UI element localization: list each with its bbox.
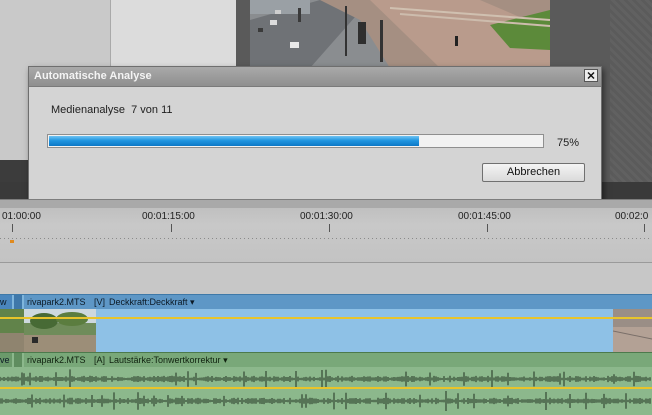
opacity-level-line[interactable] — [0, 317, 652, 319]
street-scene-image — [250, 0, 550, 68]
video-track-edge-label: w — [0, 297, 7, 307]
dialog-title: Automatische Analyse — [34, 70, 152, 82]
ruler-tick — [644, 224, 645, 232]
progress-percent: 75% — [557, 137, 580, 149]
ruler-tick — [329, 224, 330, 232]
ruler-tick — [487, 224, 488, 232]
timecode-label: 00:01:45:00 — [458, 211, 511, 222]
playhead-marker[interactable] — [10, 240, 14, 243]
volume-level-line[interactable] — [0, 387, 652, 389]
audio-waveform[interactable] — [0, 367, 652, 415]
video-clip-track-tag: [V] — [94, 297, 106, 307]
close-icon — [587, 72, 595, 79]
ruler-header-strip — [0, 200, 652, 208]
ruler-tick — [171, 224, 172, 232]
audio-track: ve rivapark2.MTS [A] Lautstärke:Tonwertk… — [0, 352, 652, 415]
audio-clip-track-tag: [A] — [94, 355, 106, 365]
video-clip-header[interactable]: rivapark2.MTS [V] Deckkraft:Deckkraft ▾ — [24, 295, 652, 309]
video-thumbnail-end — [613, 309, 652, 352]
video-clip-name: rivapark2.MTS — [27, 297, 86, 307]
dropdown-arrow-icon: ▾ — [190, 297, 195, 307]
analysis-status-text: Medienanalyse 7 von 11 — [51, 104, 173, 116]
audio-track-edge-label: ve — [0, 355, 10, 365]
timecode-label: 00:01:15:00 — [142, 211, 195, 222]
audio-clip-name: rivapark2.MTS — [27, 355, 86, 365]
video-track: w rivapark2.MTS [V] Deckkraft:Deckkraft … — [0, 294, 652, 353]
close-button[interactable] — [584, 69, 598, 82]
timecode-label: 00:01:30:00 — [300, 211, 353, 222]
video-clip-effect-menu[interactable]: Deckkraft:Deckkraft ▾ — [109, 297, 195, 308]
audio-clip-header[interactable]: rivapark2.MTS [A] Lautstärke:Tonwertkorr… — [24, 353, 652, 367]
timecode-label: 00:02:0 — [615, 211, 649, 222]
video-clip[interactable] — [24, 309, 652, 352]
video-clip-effect: Deckkraft:Deckkraft — [109, 297, 188, 307]
monitor-video-frame — [250, 0, 550, 68]
progress-bar — [47, 134, 544, 148]
timeline-empty-track — [0, 262, 652, 295]
audio-clip-effect-menu[interactable]: Lautstärke:Tonwertkorrektur ▾ — [109, 355, 228, 366]
progress-bar-fill — [49, 136, 419, 146]
timecode-label: 01:00:00 — [2, 211, 41, 222]
ruler-dotted-line — [0, 238, 652, 239]
analysis-dialog: Automatische Analyse Medienanalyse 7 von… — [28, 66, 602, 201]
dialog-title-bar[interactable]: Automatische Analyse — [29, 67, 601, 87]
audio-clip-effect: Lautstärke:Tonwertkorrektur — [109, 355, 221, 365]
panel-background — [610, 0, 652, 182]
dropdown-arrow-icon: ▾ — [223, 355, 228, 365]
video-thumbnail-start — [24, 309, 96, 352]
ruler-tick — [12, 224, 13, 232]
timeline-ruler[interactable]: 01:00:00 00:01:15:00 00:01:30:00 00:01:4… — [0, 199, 652, 262]
video-thumbnail-edge — [0, 309, 24, 352]
cancel-button[interactable]: Abbrechen — [482, 163, 585, 182]
